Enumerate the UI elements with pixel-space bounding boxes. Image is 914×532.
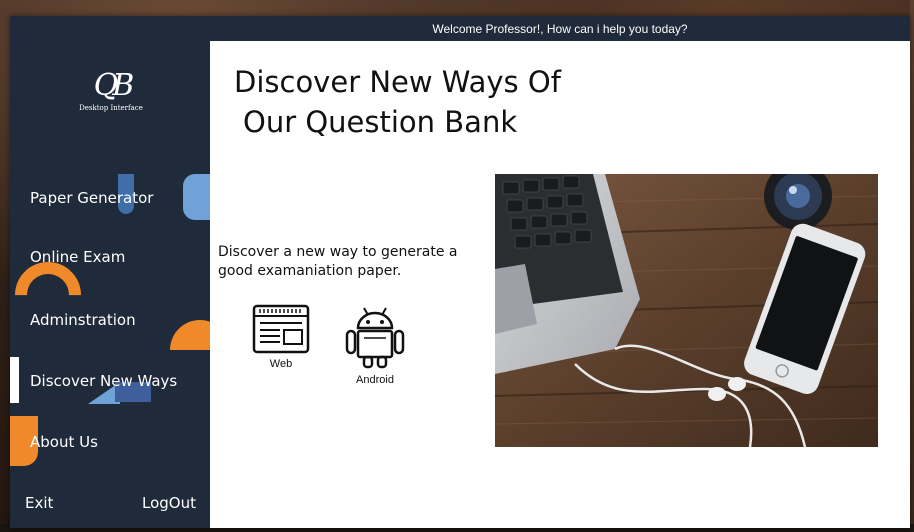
android-platform-label: Android	[356, 374, 394, 386]
hero-image	[495, 174, 878, 447]
web-browser-icon	[252, 304, 310, 354]
logo-mark: QB	[93, 68, 135, 103]
desktop-edge	[910, 0, 914, 532]
sidebar-item-about-us[interactable]: About Us	[30, 433, 98, 451]
laptop-phone-photo-illustration	[495, 174, 878, 447]
active-item-indicator	[10, 357, 19, 403]
logout-button[interactable]: LogOut	[142, 494, 196, 512]
app-window: Welcome Professor!, How can i help you t…	[10, 16, 910, 528]
title-bar: Welcome Professor!, How can i help you t…	[210, 16, 910, 41]
web-platform-label: Web	[269, 358, 293, 370]
page-title-line2: Our Question Bank	[243, 105, 518, 139]
page-title-line1: Discover New Ways Of	[234, 65, 561, 99]
welcome-message: Welcome Professor!, How can i help you t…	[432, 21, 688, 36]
exit-button[interactable]: Exit	[25, 494, 53, 512]
sidebar: QB Desktop Interface Paper Generator Onl…	[10, 16, 210, 528]
logo-subtitle: Desktop Interface	[79, 104, 143, 112]
android-icon	[345, 307, 405, 369]
decorative-shape	[170, 320, 210, 350]
web-platform-button[interactable]: Web	[246, 304, 316, 370]
sidebar-item-discover-new-ways[interactable]: Discover New Ways	[30, 372, 177, 390]
decorative-shape	[183, 174, 210, 220]
sidebar-item-paper-generator[interactable]: Paper Generator	[30, 189, 153, 207]
sidebar-item-online-exam[interactable]: Online Exam	[30, 248, 125, 266]
app-logo: QB Desktop Interface	[76, 66, 146, 122]
android-platform-button[interactable]: Android	[340, 304, 410, 386]
sidebar-item-administration[interactable]: Adminstration	[30, 311, 136, 329]
page-description: Discover a new way to generate a good ex…	[218, 244, 458, 279]
page-title: Discover New Ways Of Our Question Bank	[234, 62, 561, 142]
